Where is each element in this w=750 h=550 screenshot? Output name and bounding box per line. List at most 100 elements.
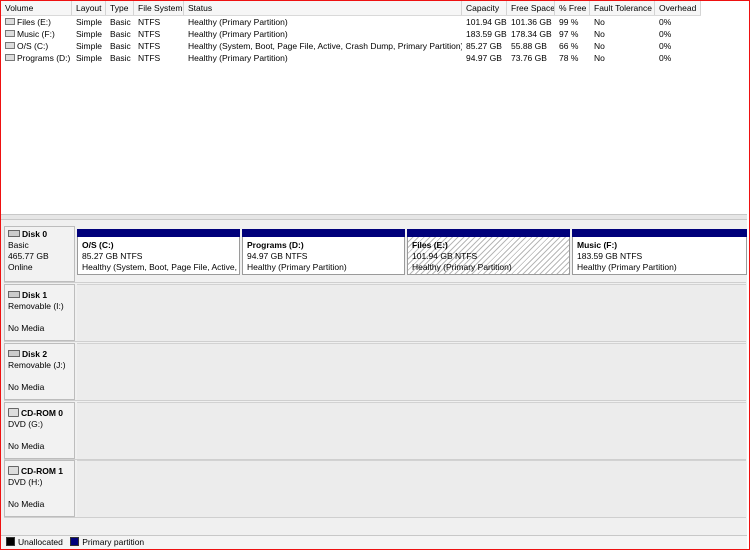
cell-capacity: 183.59 GB xyxy=(466,29,507,39)
cell-free-space: 178.34 GB xyxy=(511,29,552,39)
disk-empty-area xyxy=(77,343,746,400)
legend-swatch-unallocated xyxy=(6,537,15,547)
column-header-free-space[interactable]: Free Space xyxy=(507,1,555,15)
disk-info-disk-1[interactable]: Disk 1 Removable (I:) No Media xyxy=(4,284,75,341)
cell-file-system: NTFS xyxy=(138,29,161,39)
cell-file-system: NTFS xyxy=(138,53,161,63)
cell-percent-free: 78 % xyxy=(559,53,579,63)
cell-capacity: 101.94 GB xyxy=(466,17,507,27)
disk-name: Disk 2 xyxy=(22,349,48,359)
cell-fault-tolerance: No xyxy=(594,29,605,39)
partition-name: Files (E:) xyxy=(412,240,448,250)
partition-bar xyxy=(572,229,747,237)
table-row[interactable]: Music (F:) Simple Basic NTFS Healthy (Pr… xyxy=(1,28,701,40)
disk-name: Disk 1 xyxy=(22,290,48,300)
partition-f[interactable]: Music (F:) 183.59 GB NTFS Healthy (Prima… xyxy=(572,229,747,277)
table-row[interactable]: Programs (D:) Simple Basic NTFS Healthy … xyxy=(1,52,701,64)
cell-type: Basic xyxy=(110,41,131,51)
disk-info-cdrom-0[interactable]: CD-ROM 0 DVD (G:) No Media xyxy=(4,402,75,459)
cell-type: Basic xyxy=(110,29,131,39)
column-header-type[interactable]: Type xyxy=(106,1,134,15)
partition-status: Healthy (Primary Partition) xyxy=(577,262,677,272)
table-row[interactable]: O/S (C:) Simple Basic NTFS Healthy (Syst… xyxy=(1,40,701,52)
disk-size xyxy=(8,371,71,382)
partition-status: Healthy (Primary Partition) xyxy=(247,262,347,272)
cell-overhead: 0% xyxy=(659,29,672,39)
partition-bar xyxy=(242,229,405,237)
volume-icon xyxy=(5,54,15,62)
cell-overhead: 0% xyxy=(659,41,672,51)
partition-size: 85.27 GB NTFS xyxy=(82,251,143,261)
disk-empty-area xyxy=(77,284,746,341)
cell-fault-tolerance: No xyxy=(594,53,605,63)
cell-status: Healthy (Primary Partition) xyxy=(188,53,288,63)
disk-name: CD-ROM 0 xyxy=(21,408,64,418)
column-header-percent-free[interactable]: % Free xyxy=(555,1,590,15)
disk-name: Disk 0 xyxy=(22,229,48,239)
cell-capacity: 94.97 GB xyxy=(466,53,502,63)
partition-name: Programs (D:) xyxy=(247,240,304,250)
disk-row-disk-0: Disk 0 Basic 465.77 GB Online O/S (C:) 8… xyxy=(4,226,747,283)
disk-row-disk-2: Disk 2 Removable (J:) No Media xyxy=(4,343,746,401)
cell-overhead: 0% xyxy=(659,17,672,27)
cell-free-space: 55.88 GB xyxy=(511,41,547,51)
disk-size xyxy=(8,430,71,441)
disk-icon xyxy=(8,230,20,238)
cell-layout: Simple xyxy=(76,29,102,39)
column-header-overhead[interactable]: Overhead xyxy=(655,1,701,15)
cell-status: Healthy (System, Boot, Page File, Active… xyxy=(188,41,462,51)
column-header-capacity[interactable]: Capacity xyxy=(462,1,507,15)
cd-rom-icon xyxy=(8,466,19,476)
partition-size: 183.59 GB NTFS xyxy=(577,251,643,261)
cell-file-system: NTFS xyxy=(138,41,161,51)
disk-type: Removable (J:) xyxy=(8,360,66,370)
cell-status: Healthy (Primary Partition) xyxy=(188,29,288,39)
partition-bar xyxy=(407,229,570,237)
partition-status: Healthy (Primary Partition) xyxy=(412,262,512,272)
column-header-fault-tolerance[interactable]: Fault Tolerance xyxy=(590,1,655,15)
legend-swatch-primary xyxy=(70,537,80,547)
partition-size: 94.97 GB NTFS xyxy=(247,251,308,261)
partition-e[interactable]: Files (E:) 101.94 GB NTFS Healthy (Prima… xyxy=(407,229,570,277)
volume-list-header: Volume Layout Type File System Status Ca… xyxy=(1,1,701,16)
partition-d[interactable]: Programs (D:) 94.97 GB NTFS Healthy (Pri… xyxy=(242,229,405,277)
partition-c[interactable]: O/S (C:) 85.27 GB NTFS Healthy (System, … xyxy=(77,229,240,277)
cell-volume: O/S (C:) xyxy=(17,41,49,51)
cell-overhead: 0% xyxy=(659,53,672,63)
disk-size xyxy=(8,312,71,323)
legend-label-unallocated: Unallocated xyxy=(18,537,63,547)
disk-status: No Media xyxy=(8,499,45,509)
cell-free-space: 101.36 GB xyxy=(511,17,552,27)
cell-percent-free: 99 % xyxy=(559,17,579,27)
disk-size xyxy=(8,488,71,499)
cell-type: Basic xyxy=(110,17,131,27)
cell-fault-tolerance: No xyxy=(594,41,605,51)
disk-type: DVD (H:) xyxy=(8,477,43,487)
cell-fault-tolerance: No xyxy=(594,17,605,27)
volume-icon xyxy=(5,42,15,50)
cd-rom-icon xyxy=(8,408,19,418)
disk-status: No Media xyxy=(8,441,45,451)
disk-status: No Media xyxy=(8,382,45,392)
cell-volume: Programs (D:) xyxy=(17,53,71,63)
table-row[interactable]: Files (E:) Simple Basic NTFS Healthy (Pr… xyxy=(1,16,701,28)
column-header-file-system[interactable]: File System xyxy=(134,1,184,15)
removable-disk-icon xyxy=(8,350,20,358)
cell-volume: Files (E:) xyxy=(17,17,51,27)
volume-icon xyxy=(5,18,15,26)
disk-type: DVD (G:) xyxy=(8,419,43,429)
disk-row-disk-1: Disk 1 Removable (I:) No Media xyxy=(4,284,746,342)
column-header-volume[interactable]: Volume xyxy=(1,1,72,15)
cell-volume: Music (F:) xyxy=(17,29,55,39)
disk-partitions-disk-0: O/S (C:) 85.27 GB NTFS Healthy (System, … xyxy=(77,226,747,282)
volume-list: Volume Layout Type File System Status Ca… xyxy=(1,1,747,214)
disk-size: 465.77 GB xyxy=(8,251,49,261)
column-header-status[interactable]: Status xyxy=(184,1,462,15)
column-header-layout[interactable]: Layout xyxy=(72,1,106,15)
disk-info-disk-2[interactable]: Disk 2 Removable (J:) No Media xyxy=(4,343,75,400)
disk-graphical-view: Disk 0 Basic 465.77 GB Online O/S (C:) 8… xyxy=(1,220,747,535)
disk-name: CD-ROM 1 xyxy=(21,466,64,476)
disk-info-cdrom-1[interactable]: CD-ROM 1 DVD (H:) No Media xyxy=(4,460,75,517)
disk-info-disk-0[interactable]: Disk 0 Basic 465.77 GB Online xyxy=(4,226,75,282)
disk-type: Basic xyxy=(8,240,29,250)
